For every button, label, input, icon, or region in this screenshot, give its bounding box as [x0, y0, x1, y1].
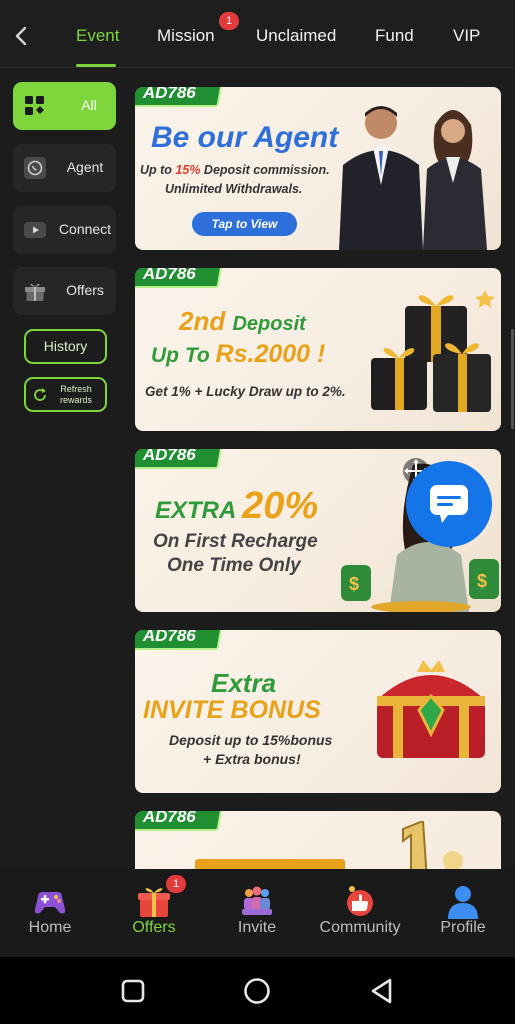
nav-offers[interactable]: 1 Offers	[104, 869, 204, 957]
home-circle-icon[interactable]	[243, 977, 271, 1005]
back-triangle-icon[interactable]	[369, 977, 395, 1005]
banner-title: 2nd Deposit	[179, 306, 306, 336]
treasure-chest-image	[377, 660, 485, 758]
sidebar-item-label: All	[81, 97, 97, 113]
banner-line1: Deposit up to 15%bonus	[169, 732, 333, 748]
sidebar-item-offers[interactable]: Offers	[13, 267, 116, 315]
banner-title: Be our Agent	[151, 121, 339, 154]
event-banner-list: AD786 Be our Agent Up to 15% Deposit com…	[126, 69, 515, 869]
gold-number-graphic	[402, 821, 463, 869]
invite-bonus-banner[interactable]: AD786 Extra INVITE BONUS Deposit up to 1…	[135, 630, 501, 793]
tab-fund[interactable]: Fund	[375, 26, 414, 46]
nav-label: Profile	[440, 919, 486, 936]
brand-tag: AD786	[135, 87, 224, 107]
banner-line1: Up To Rs.2000 !	[151, 340, 326, 368]
refresh-rewards-button[interactable]: Refresh rewards	[24, 377, 107, 412]
tab-vip[interactable]: VIP	[453, 26, 480, 46]
svg-text:$: $	[477, 571, 487, 591]
partial-amount-graphic	[195, 859, 345, 869]
nav-label: Home	[28, 919, 72, 936]
grid-icon	[25, 96, 44, 115]
banner-title: EXTRA 20%	[155, 485, 319, 527]
tab-mission[interactable]: Mission	[157, 26, 215, 46]
chat-bubble-icon	[430, 485, 468, 523]
sidebar-item-connect[interactable]: Connect	[13, 206, 116, 254]
mission-badge: 1	[219, 12, 239, 30]
tab-unclaimed[interactable]: Unclaimed	[256, 26, 336, 46]
brand-tag: AD786	[135, 449, 224, 469]
banner-subtitle: INVITE BONUS	[143, 696, 321, 724]
active-tab-indicator	[76, 64, 116, 67]
banner-line2: + Extra bonus!	[203, 751, 301, 767]
brand-tag: AD786	[135, 811, 224, 831]
scrollbar[interactable]	[511, 329, 514, 429]
whatsapp-icon	[24, 157, 46, 179]
gift-icon	[25, 283, 45, 301]
svg-text:$: $	[349, 574, 359, 594]
jackpot-banner[interactable]: AD786	[135, 811, 501, 869]
nav-label: Community	[319, 919, 401, 936]
nav-home[interactable]: Home	[0, 869, 100, 957]
profile-icon	[448, 886, 478, 919]
nav-invite[interactable]: Invite	[207, 869, 307, 957]
sidebar-item-label: Connect	[58, 221, 112, 237]
bottom-navigation: Home 1 Offers Invite Community Profile	[0, 869, 515, 957]
banner-title: Extra	[211, 668, 277, 698]
offers-badge: 1	[166, 875, 186, 893]
sidebar-item-label: Agent	[66, 159, 104, 175]
community-icon	[347, 886, 373, 916]
tap-to-view-button[interactable]: Tap to View	[192, 212, 297, 236]
category-sidebar: All Agent Connect Offers History Refresh	[0, 69, 126, 869]
brand-tag: AD786	[135, 268, 224, 288]
youtube-icon	[24, 222, 46, 238]
sidebar-item-all[interactable]: All	[13, 82, 116, 130]
history-button[interactable]: History	[24, 329, 107, 364]
sidebar-item-agent[interactable]: Agent	[13, 144, 116, 192]
brand-tag: AD786	[135, 630, 224, 650]
people-icon	[242, 886, 272, 915]
second-deposit-banner[interactable]: AD786 2nd Deposit Up To Rs.2000 ! Get 1%…	[135, 268, 501, 431]
banner-line1: Up to 15% Deposit commission.	[140, 163, 330, 177]
banner-line1: On First Recharge	[153, 531, 318, 552]
agent-banner[interactable]: AD786 Be our Agent Up to 15% Deposit com…	[135, 87, 501, 250]
banner-line2: One Time Only	[167, 555, 301, 576]
sidebar-item-label: Offers	[66, 282, 104, 298]
system-navigation-bar	[0, 957, 515, 1024]
nav-profile[interactable]: Profile	[413, 869, 513, 957]
banner-line2: Get 1% + Lucky Draw up to 2%.	[145, 384, 346, 399]
tab-event[interactable]: Event	[76, 26, 119, 46]
nav-community[interactable]: Community	[310, 869, 410, 957]
recent-apps-icon[interactable]	[120, 978, 146, 1004]
gamepad-icon	[34, 891, 66, 914]
nav-label: Offers	[132, 919, 176, 936]
banner-line2: Unlimited Withdrawals.	[165, 182, 303, 196]
refresh-rewards-label: Refresh rewards	[59, 384, 92, 405]
gift-boxes-image	[371, 290, 495, 412]
agents-photo	[339, 106, 487, 250]
chat-support-button[interactable]	[406, 461, 492, 547]
back-arrow-icon[interactable]	[10, 22, 34, 50]
refresh-icon	[34, 388, 46, 401]
nav-label: Invite	[237, 919, 277, 936]
top-tab-bar: Event Mission 1 Unclaimed Fund VIP	[0, 0, 515, 68]
